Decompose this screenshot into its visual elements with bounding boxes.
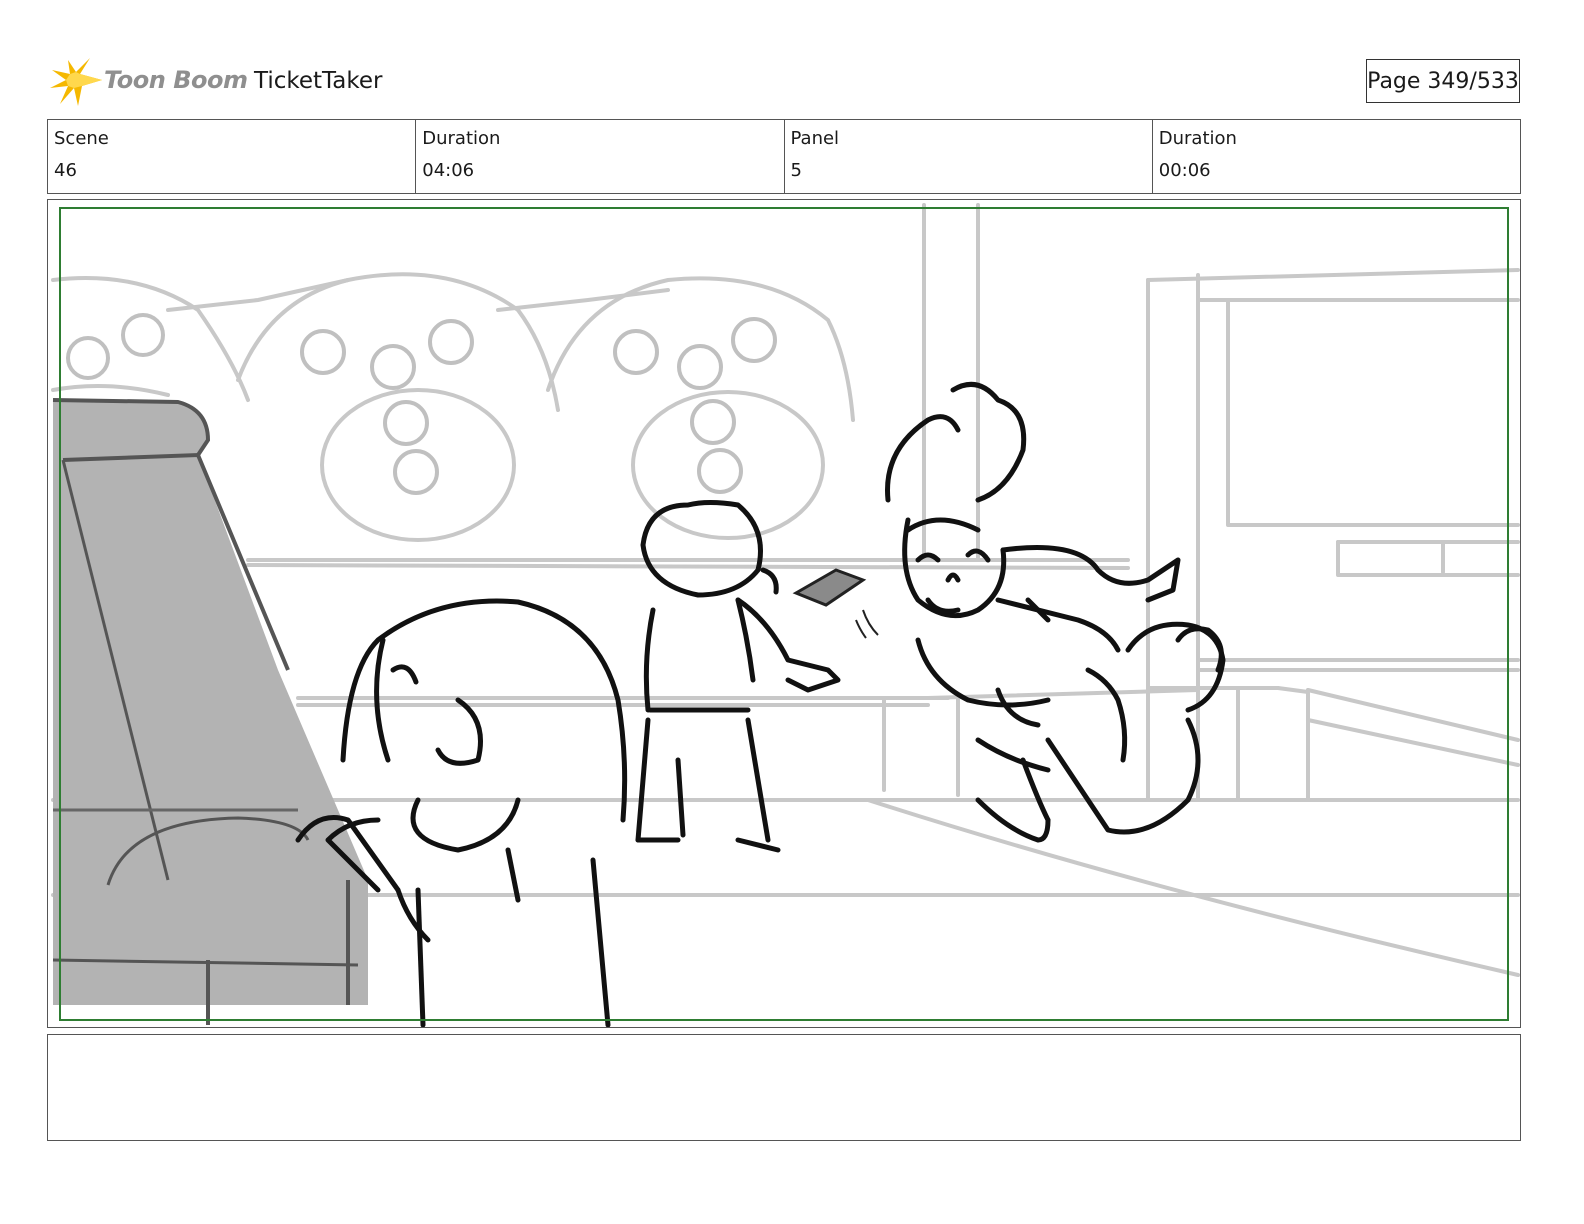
panel-duration-cell: Duration 00:06	[1153, 120, 1520, 193]
toon-boom-logo: Toon Boom	[50, 56, 248, 108]
storyboard-sketch	[51, 203, 1520, 1027]
ticket-card	[792, 568, 879, 639]
panel-info-table: Scene 46 Duration 04:06 Panel 5 Duration…	[47, 119, 1521, 194]
bench-seat	[52, 398, 368, 1025]
scene-value: 46	[54, 160, 77, 181]
scene-duration-value: 04:06	[422, 160, 475, 181]
scene-duration-cell: Duration 04:06	[416, 120, 785, 193]
scene-duration-label: Duration	[422, 128, 501, 149]
panel-value: 5	[790, 160, 802, 181]
panel-duration-label: Duration	[1158, 128, 1237, 149]
storyboard-panel	[47, 199, 1521, 1028]
panel-label: Panel	[790, 128, 840, 149]
page-indicator: Page 349/533	[1366, 59, 1520, 103]
logo-star-icon	[50, 58, 102, 106]
scene-cell: Scene 46	[48, 120, 417, 193]
panel-duration-value: 00:06	[1158, 160, 1211, 181]
project-title: TicketTaker	[254, 68, 383, 94]
panel-notes-box	[47, 1034, 1521, 1141]
scene-label: Scene	[54, 128, 109, 149]
logo-text: Toon Boom	[104, 66, 248, 94]
panel-cell: Panel 5	[785, 120, 1153, 193]
